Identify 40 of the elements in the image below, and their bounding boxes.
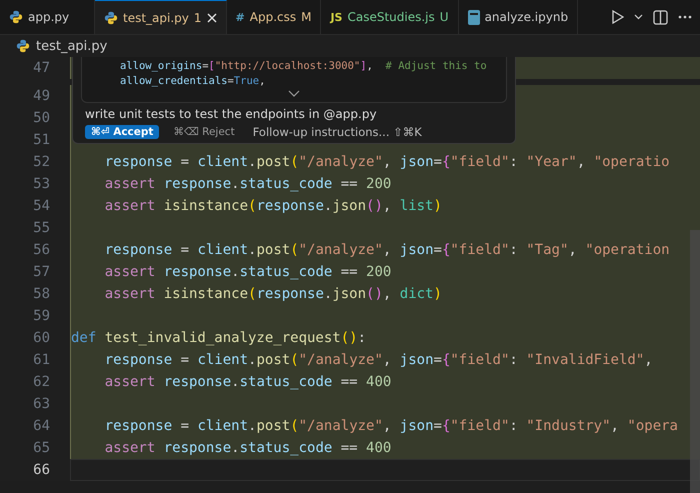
python-icon	[9, 10, 23, 24]
chevron-down-icon[interactable]	[288, 90, 300, 97]
code-preview-line: allow_credentials=True,	[120, 74, 266, 89]
line-number: 65	[32, 439, 51, 458]
code-preview-line: allow_origins=["http://localhost:3000"], # Adjust this to	[120, 59, 488, 74]
line-number: 63	[32, 395, 51, 414]
editor-tab[interactable]: test_api.py 1	[95, 0, 227, 34]
line-number: 52	[32, 153, 51, 172]
line-number: 53	[32, 175, 51, 194]
line-number: 62	[32, 373, 51, 392]
split-editor-icon[interactable]	[653, 10, 668, 24]
line-number: 58	[32, 285, 51, 304]
line-number: 61	[32, 351, 51, 370]
chevron-down-icon[interactable]	[634, 14, 643, 20]
line-number: 54	[32, 197, 51, 216]
line-number: 50	[32, 109, 51, 128]
follow-up-button[interactable]: Follow-up instructions... ⇧⌘K	[248, 124, 426, 140]
accept-button[interactable]: ⌘⏎ Accept	[85, 125, 160, 139]
line-number: 64	[32, 417, 51, 436]
line-number: 66	[32, 461, 51, 480]
scrollbar-thumb[interactable]	[690, 230, 700, 493]
breadcrumb-file[interactable]: test_api.py	[36, 38, 108, 54]
notebook-icon	[468, 10, 480, 24]
python-icon	[104, 10, 118, 24]
run-icon[interactable]	[612, 10, 624, 24]
line-number: 60	[32, 329, 51, 348]
line-number: 51	[32, 131, 51, 150]
js-icon: JS	[330, 10, 342, 24]
more-icon[interactable]	[678, 15, 692, 19]
line-number: 55	[32, 219, 51, 238]
python-icon	[16, 39, 30, 53]
hash-icon: #	[236, 10, 245, 24]
line-number: 57	[32, 263, 51, 282]
prompt-text: write unit tests to test the endpoints in @app.py	[85, 107, 378, 121]
line-number: 56	[32, 241, 51, 260]
line-number: 59	[32, 307, 51, 326]
reject-button[interactable]: ⌘⌫ Reject	[169, 125, 239, 139]
line-number: 47	[32, 59, 51, 78]
close-icon[interactable]	[206, 12, 217, 22]
line-number: 49	[32, 87, 51, 106]
